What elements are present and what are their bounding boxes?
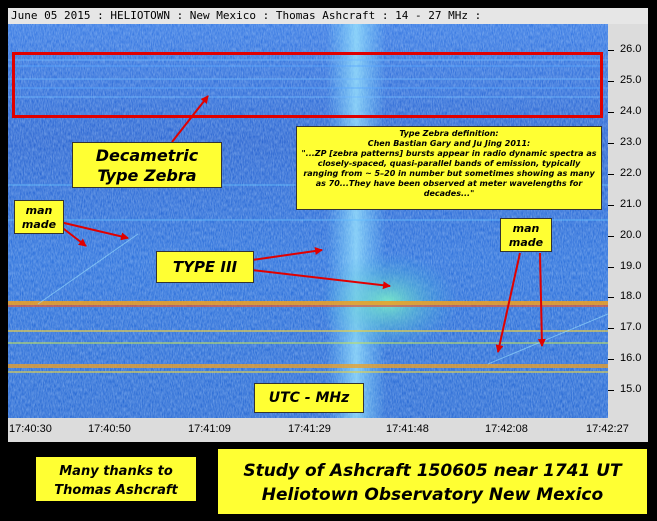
definition-quote: "...ZP [zebra patterns] bursts appear in… — [301, 149, 597, 198]
y-tick-label: 21.0 — [620, 198, 642, 210]
y-tick — [608, 328, 614, 329]
y-axis: 26.0 25.0 24.0 23.0 22.0 21.0 20.0 19.0 … — [608, 24, 648, 418]
y-tick-label: 16.0 — [620, 352, 642, 364]
x-tick-label: 17:40:50 — [88, 423, 131, 435]
y-tick — [608, 50, 614, 51]
y-tick-label: 23.0 — [620, 136, 642, 148]
decametric-line-1: Decametric — [95, 146, 199, 165]
man-made-right-line-1: man — [512, 222, 540, 235]
image-frame: June 05 2015 : HELIOTOWN : New Mexico : … — [0, 0, 657, 521]
thanks-line-1: Many thanks to — [59, 464, 173, 479]
y-tick-label: 24.0 — [620, 105, 642, 117]
x-tick-label: 17:41:29 — [288, 423, 331, 435]
definition-title: Type Zebra definition: — [399, 129, 499, 138]
y-tick-label: 19.0 — [620, 260, 642, 272]
decametric-line-2: Type Zebra — [97, 166, 197, 185]
x-tick-label: 17:41:48 — [386, 423, 429, 435]
y-tick — [608, 143, 614, 144]
header-bar: June 05 2015 : HELIOTOWN : New Mexico : … — [8, 8, 648, 25]
definition-source: Chen Bastian Gary and Ju Jing 2011: — [367, 139, 531, 148]
study-title-box: Study of Ashcraft 150605 near 1741 UT He… — [216, 447, 649, 516]
x-tick-label: 17:42:08 — [485, 423, 528, 435]
y-tick-label: 18.0 — [620, 290, 642, 302]
man-made-right-line-2: made — [508, 236, 544, 249]
y-tick-label: 15.0 — [620, 383, 642, 395]
man-made-left-line-1: man — [25, 204, 53, 217]
y-tick — [608, 359, 614, 360]
y-tick — [608, 112, 614, 113]
y-tick-label: 26.0 — [620, 43, 642, 55]
y-tick — [608, 297, 614, 298]
y-tick — [608, 174, 614, 175]
y-tick — [608, 267, 614, 268]
x-tick-label: 17:42:27 — [586, 423, 629, 435]
y-tick — [608, 81, 614, 82]
thanks-box: Many thanks to Thomas Ashcraft — [34, 455, 198, 503]
x-axis: 17:40:30 17:40:50 17:41:09 17:41:29 17:4… — [8, 418, 648, 442]
x-tick-label: 17:40:30 — [9, 423, 52, 435]
y-tick-label: 20.0 — [620, 229, 642, 241]
decametric-label: Decametric Type Zebra — [72, 142, 222, 188]
type-iii-label: TYPE III — [156, 251, 254, 283]
utc-mhz-label: UTC - MHz — [254, 383, 364, 413]
thanks-line-2: Thomas Ashcraft — [54, 483, 178, 498]
header-text: June 05 2015 : HELIOTOWN : New Mexico : … — [11, 9, 482, 22]
y-tick — [608, 236, 614, 237]
zebra-definition-box: Type Zebra definition: Chen Bastian Gary… — [296, 126, 602, 210]
y-tick — [608, 205, 614, 206]
zebra-highlight-rect — [12, 52, 603, 118]
y-tick — [608, 390, 614, 391]
study-line-1: Study of Ashcraft 150605 near 1741 UT — [243, 461, 622, 481]
x-tick-label: 17:41:09 — [188, 423, 231, 435]
y-tick-label: 17.0 — [620, 321, 642, 333]
study-line-2: Heliotown Observatory New Mexico — [261, 485, 604, 505]
man-made-label-right: man made — [500, 218, 552, 252]
y-tick-label: 25.0 — [620, 74, 642, 86]
man-made-label-left: man made — [14, 200, 64, 234]
man-made-left-line-2: made — [21, 218, 57, 231]
y-tick-label: 22.0 — [620, 167, 642, 179]
